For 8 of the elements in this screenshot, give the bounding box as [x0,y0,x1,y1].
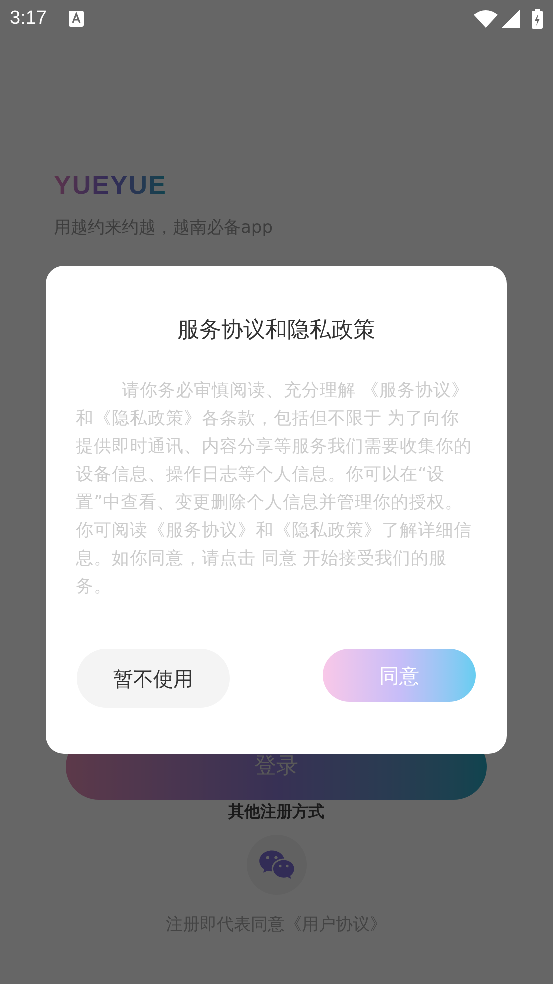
decline-button[interactable]: 暂不使用 [77,649,230,708]
battery-charging-icon [532,9,543,29]
signal-icon [502,10,520,28]
keyboard-notification-icon [68,11,84,27]
dialog-title: 服务协议和隐私政策 [178,317,376,345]
other-methods-label: 其他注册方式 [228,802,324,822]
status-time: 3:17 [10,6,47,31]
wifi-icon [474,10,498,28]
